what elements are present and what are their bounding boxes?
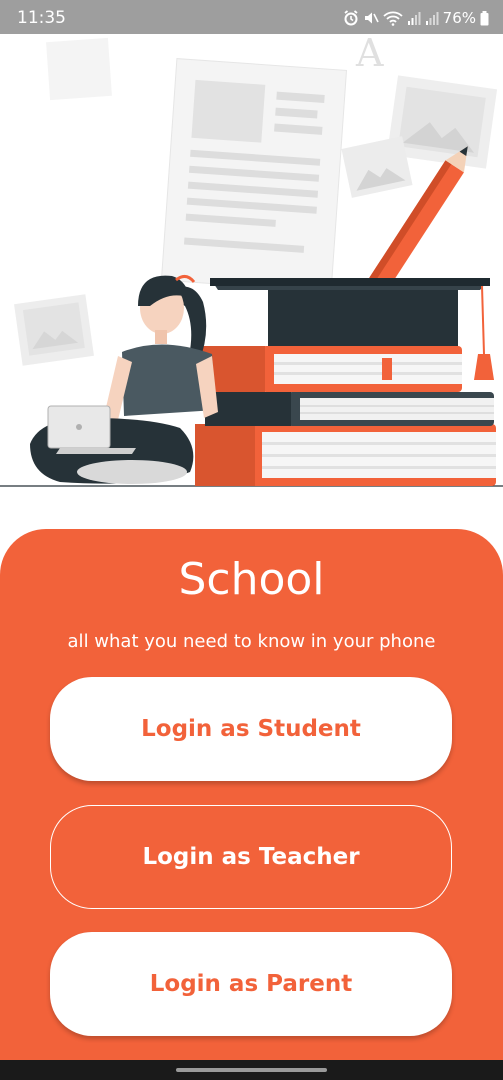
signal-icon: [425, 12, 439, 25]
book-stack: [195, 278, 496, 486]
login-student-button[interactable]: Login as Student: [50, 677, 452, 781]
alarm-icon: [344, 10, 358, 26]
mute-icon: [364, 12, 379, 24]
login-teacher-button[interactable]: Login as Teacher: [50, 805, 452, 909]
signal-icon: [407, 12, 421, 25]
document-graphic: [160, 58, 348, 293]
status-bar: 11:35 76%: [0, 0, 503, 34]
battery-percent: 76%: [442, 9, 476, 27]
wifi-icon: [383, 11, 403, 26]
status-time: 11:35: [17, 8, 66, 28]
watermark-letter: A: [355, 34, 384, 75]
home-gesture-handle[interactable]: [176, 1068, 327, 1072]
status-icons: 76%: [343, 7, 489, 29]
student-illustration: A: [0, 34, 503, 487]
battery-icon: [480, 10, 489, 25]
login-parent-button[interactable]: Login as Parent: [50, 932, 452, 1036]
app-subtitle: all what you need to know in your phone: [67, 631, 436, 652]
app-title: School: [178, 554, 325, 605]
